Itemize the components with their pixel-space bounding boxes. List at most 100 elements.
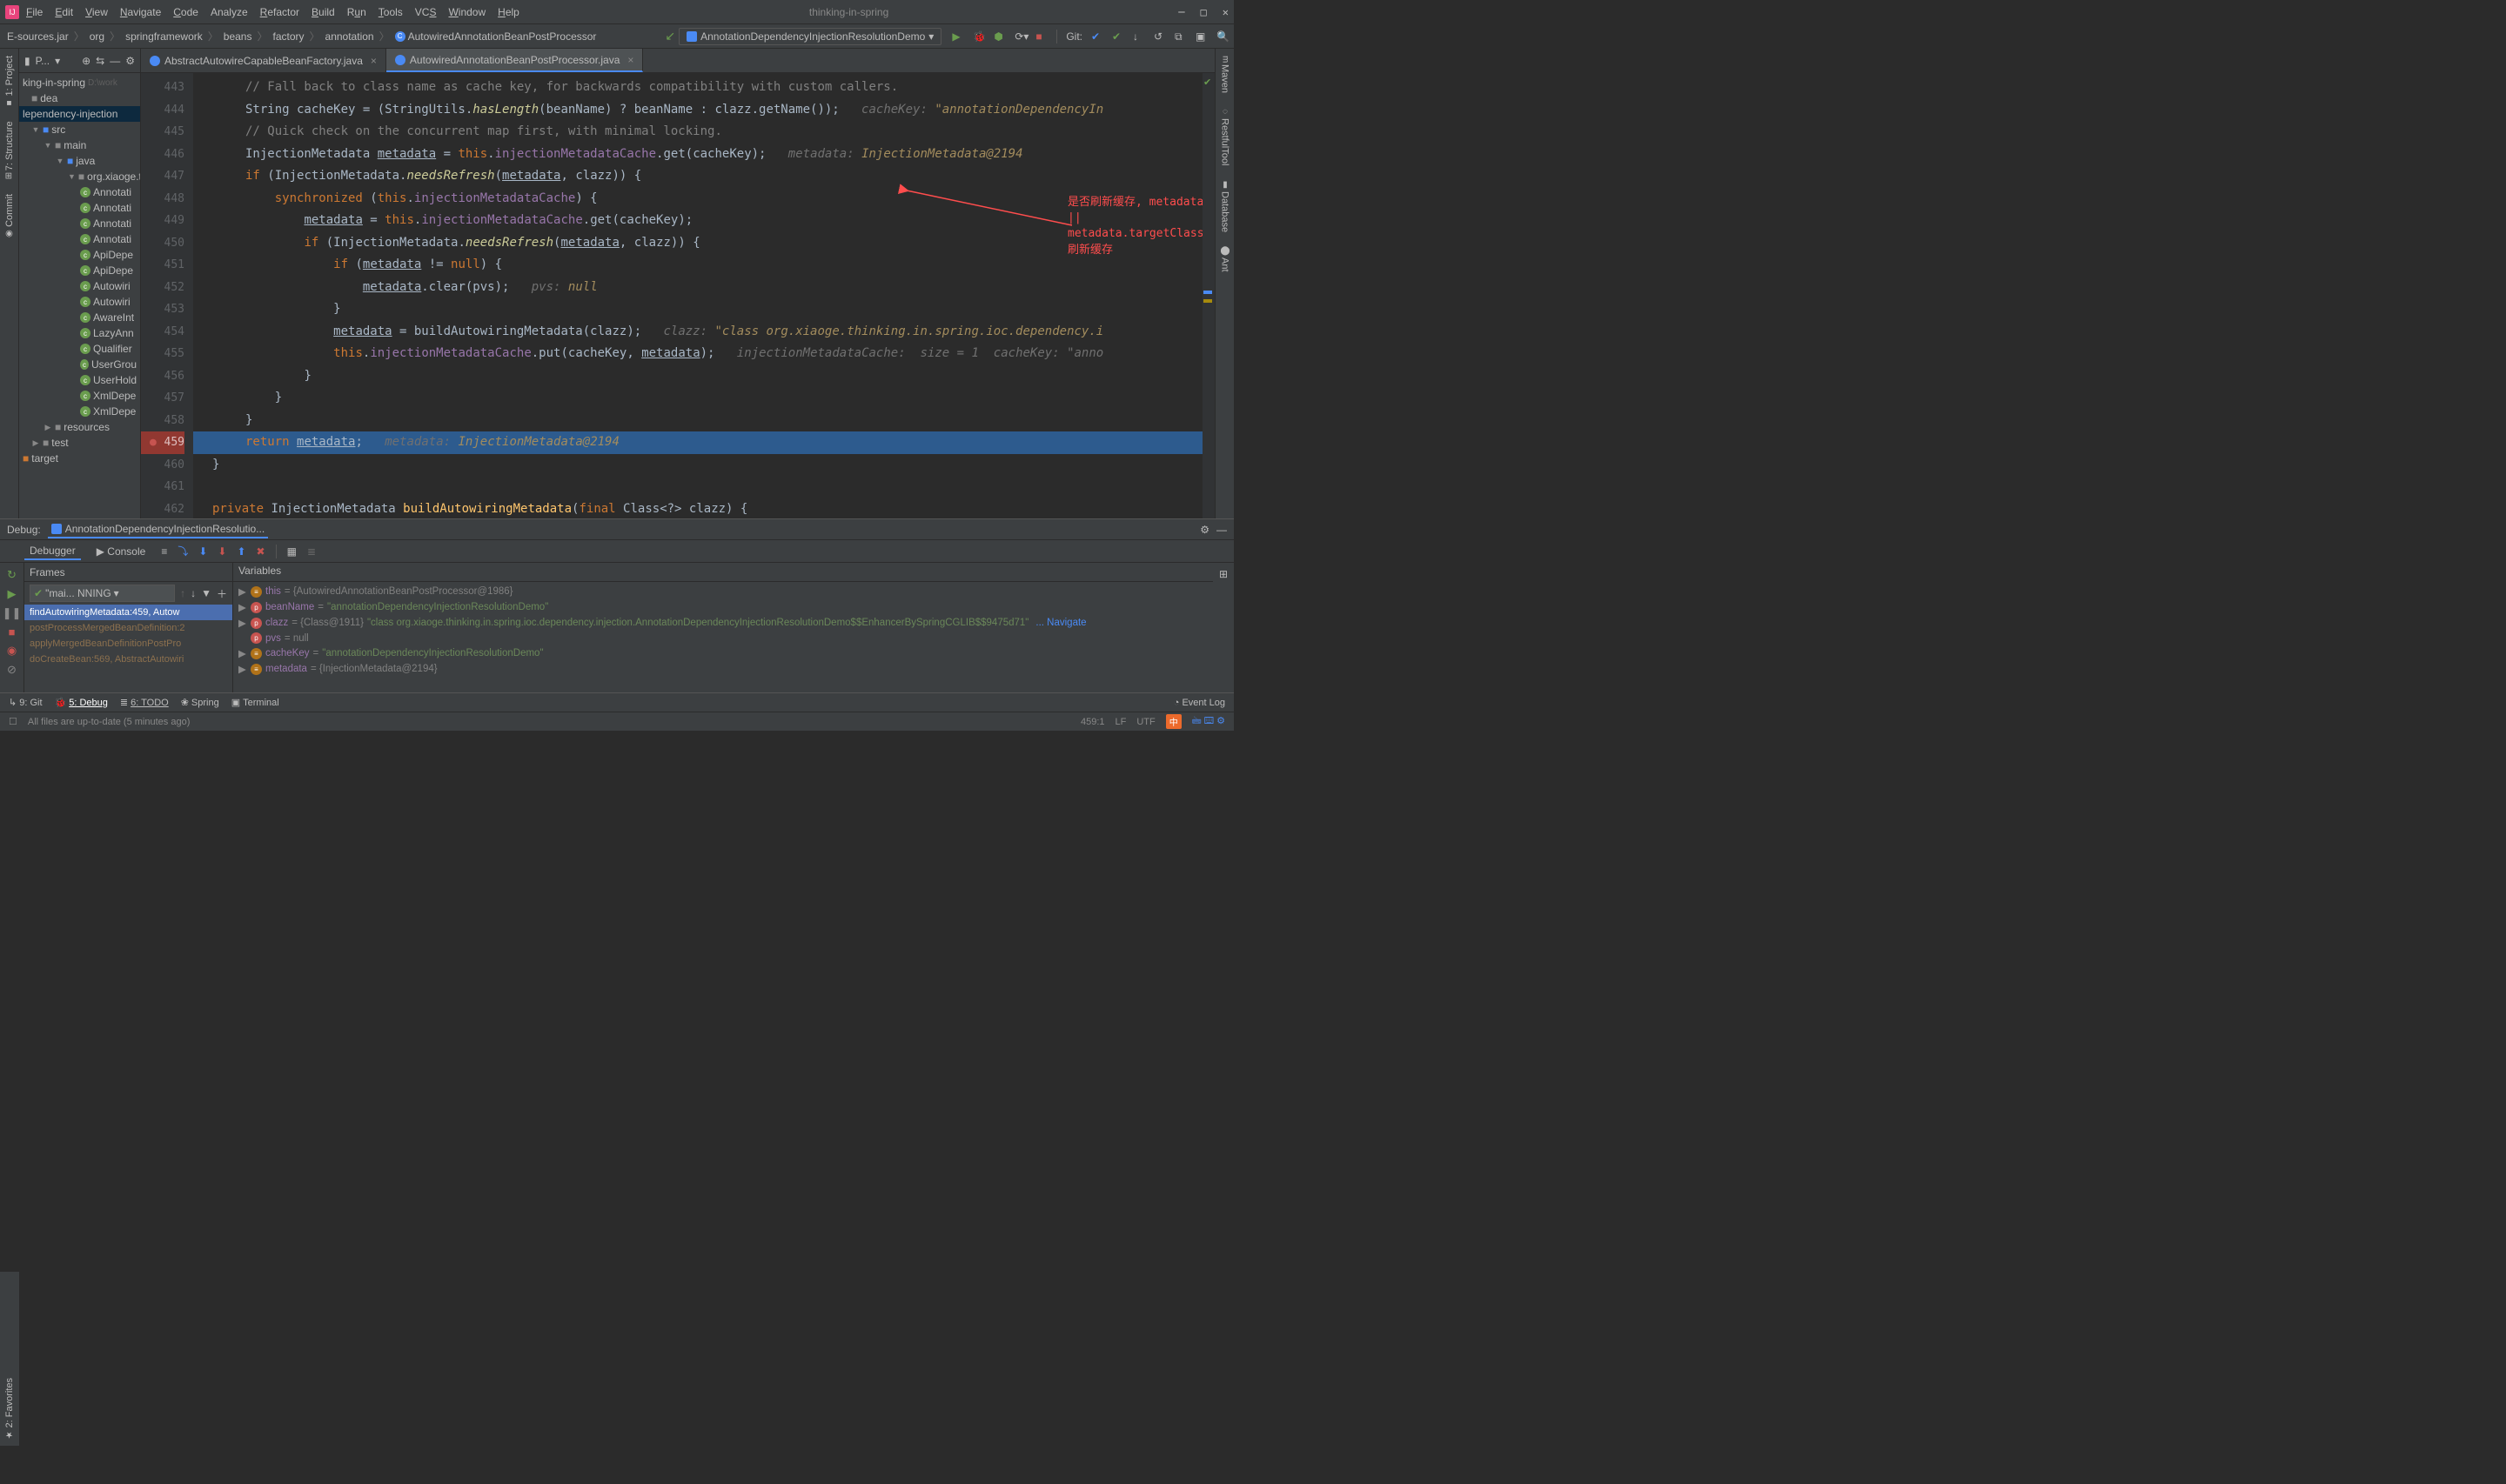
menu-help[interactable]: Help [498,6,519,18]
debug-button[interactable]: 🐞 [973,30,985,43]
console-tab[interactable]: ▶ Console [91,544,151,559]
code-content[interactable]: // Fall back to class name as cache key,… [193,73,1203,518]
drop-frame-icon[interactable]: ✖ [257,545,265,558]
ant-tool-tab[interactable]: ⬤Ant [1218,239,1232,279]
gear-icon[interactable]: ⚙ [125,55,135,67]
view-breakpoints-icon[interactable]: ◉ [7,644,17,658]
stack-frame[interactable]: postProcessMergedBeanDefinition:2 [24,620,232,636]
tree-class[interactable]: c Annotati [19,184,140,200]
crumb-file[interactable]: CAutowiredAnnotationBeanPostProcessor [393,30,599,43]
tree-test[interactable]: ▶■ test [19,435,140,451]
tree-class[interactable]: c AwareInt [19,310,140,325]
ime-indicator[interactable]: 中 [1166,714,1182,729]
variables-list[interactable]: ▶≡this = {AutowiredAnnotationBeanPostPro… [233,582,1213,692]
spring-tool-tab[interactable]: ❀ Spring [181,697,219,708]
scroll-mark[interactable] [1203,299,1212,303]
git-history-button[interactable]: ↺ [1154,30,1166,43]
force-step-into-icon[interactable]: ⬇ [198,545,207,558]
variable-row[interactable]: ▶pbeanName = "annotationDependencyInject… [233,599,1213,615]
todo-tool-tab[interactable]: ≣ 6: TODO [120,697,169,708]
editor-tab-0[interactable]: AbstractAutowireCapableBeanFactory.java× [141,49,386,72]
variable-row[interactable]: ▶≡metadata = {InjectionMetadata@2194} [233,661,1213,677]
layout-icon[interactable]: ⊞ [1219,568,1228,580]
evaluate-icon[interactable]: ▦ [287,545,297,558]
tree-class[interactable]: c Autowiri [19,294,140,310]
git-commit-button[interactable]: ✔ [1091,30,1103,43]
gear-icon[interactable]: ⚙ [1200,524,1209,536]
caret-position[interactable]: 459:1 [1081,717,1105,727]
debug-tool-tab[interactable]: 🐞 5: Debug [55,697,108,708]
ime-extras[interactable]: 🖮 ⌨ ⚙ [1192,713,1225,730]
tree-class[interactable]: c XmlDepe [19,404,140,419]
tree-class[interactable]: c Qualifier [19,341,140,357]
line-gutter[interactable]: 443444 445446 447448 449450 451452 45345… [141,73,193,518]
frames-list[interactable]: findAutowiringMetadata:459, Autow postPr… [24,605,232,692]
maximize-button[interactable]: □ [1201,6,1207,18]
status-icon[interactable]: ☐ [9,716,17,727]
tree-class[interactable]: c UserGrou [19,357,140,372]
step-into-icon[interactable]: ⤵ [178,544,188,558]
project-tree[interactable]: king-in-spring D:\work ■ dea lependency-… [19,73,140,518]
next-frame-icon[interactable]: ↓ [191,587,196,599]
project-view-label[interactable]: P... [36,55,50,67]
menu-refactor[interactable]: Refactor [260,6,299,18]
event-log-tab[interactable]: ◔ Event Log [1174,698,1225,708]
menu-window[interactable]: Window [448,6,486,18]
menu-file[interactable]: File [26,6,43,18]
coverage-button[interactable]: ⬢ [994,30,1006,43]
structure-tool-tab[interactable]: ⊞7: Structure [3,114,17,186]
profiler-button[interactable]: ⟳▾ [1015,30,1027,43]
stack-frame[interactable]: doCreateBean:569, AbstractAutowiri [24,652,232,667]
menu-vcs[interactable]: VCS [415,6,437,18]
close-button[interactable]: ✕ [1223,6,1229,18]
git-rollback-button[interactable]: ⧉ [1175,30,1187,43]
debug-session-tab[interactable]: AnnotationDependencyInjectionResolutio..… [48,521,269,538]
variable-row[interactable]: ppvs = null [233,631,1213,645]
database-tool-tab[interactable]: ▮Database [1218,173,1232,239]
search-everywhere-button[interactable]: 🔍 [1216,30,1229,43]
tree-class[interactable]: c Autowiri [19,278,140,294]
maven-tool-tab[interactable]: mMaven [1218,49,1232,100]
crumb-org[interactable]: org [88,30,106,43]
tree-class[interactable]: c ApiDepe [19,263,140,278]
git-push-button[interactable]: ✔ [1112,30,1124,43]
stop-button[interactable]: ■ [1035,30,1048,43]
tree-package[interactable]: ▼■ org.xiaoge.t [19,169,140,184]
run-to-cursor-icon[interactable]: ⬆ [237,545,245,558]
tree-src[interactable]: ▼■ src [19,122,140,137]
crumb-annotation[interactable]: annotation [324,30,376,43]
code-editor[interactable]: 443444 445446 447448 449450 451452 45345… [141,73,1215,518]
stack-frame[interactable]: findAutowiringMetadata:459, Autow [24,605,232,620]
thread-selector[interactable]: ✔"mai... NNING ▾ [30,585,175,602]
tree-java[interactable]: ▼■ java [19,153,140,169]
run-configuration-combo[interactable]: AnnotationDependencyInjectionResolutionD… [679,28,941,45]
tree-idea[interactable]: ■ dea [19,90,140,106]
run-anything-button[interactable]: ▣ [1196,30,1208,43]
scroll-mark[interactable] [1203,291,1212,294]
step-out-icon[interactable]: ⬇ [218,545,226,558]
git-tool-tab[interactable]: ↳ 9: Git [9,697,43,708]
crumb-root[interactable]: E-sources.jar [5,30,70,43]
tree-class[interactable]: c LazyAnn [19,325,140,341]
tree-target[interactable]: ■ target [19,451,140,466]
git-update-button[interactable]: ↓ [1133,30,1145,43]
commit-tool-tab[interactable]: ◉Commit [3,187,17,245]
crumb-beans[interactable]: beans [222,30,254,43]
restful-tool-tab[interactable]: ◌RestfulTool [1218,100,1232,172]
tree-class[interactable]: c XmlDepe [19,388,140,404]
file-encoding[interactable]: UTF [1136,717,1155,727]
crumb-springframework[interactable]: springframework [124,30,204,43]
resume-icon[interactable]: ▶ [8,587,17,601]
filter-icon[interactable]: ▼ [201,587,211,599]
menu-build[interactable]: Build [312,6,335,18]
line-separator[interactable]: LF [1116,717,1127,727]
tree-class[interactable]: c Annotati [19,200,140,216]
step-over-icon[interactable]: ≡ [161,545,167,558]
minimize-button[interactable]: ─ [1178,6,1184,18]
project-view-icon[interactable]: ▮ [24,55,30,67]
trace-icon[interactable]: ≣ [307,545,316,558]
navigate-link[interactable]: ... Navigate [1035,618,1086,628]
tree-class[interactable]: c ApiDepe [19,247,140,263]
pause-icon[interactable]: ❚❚ [3,606,22,620]
tree-main[interactable]: ▼■ main [19,137,140,153]
